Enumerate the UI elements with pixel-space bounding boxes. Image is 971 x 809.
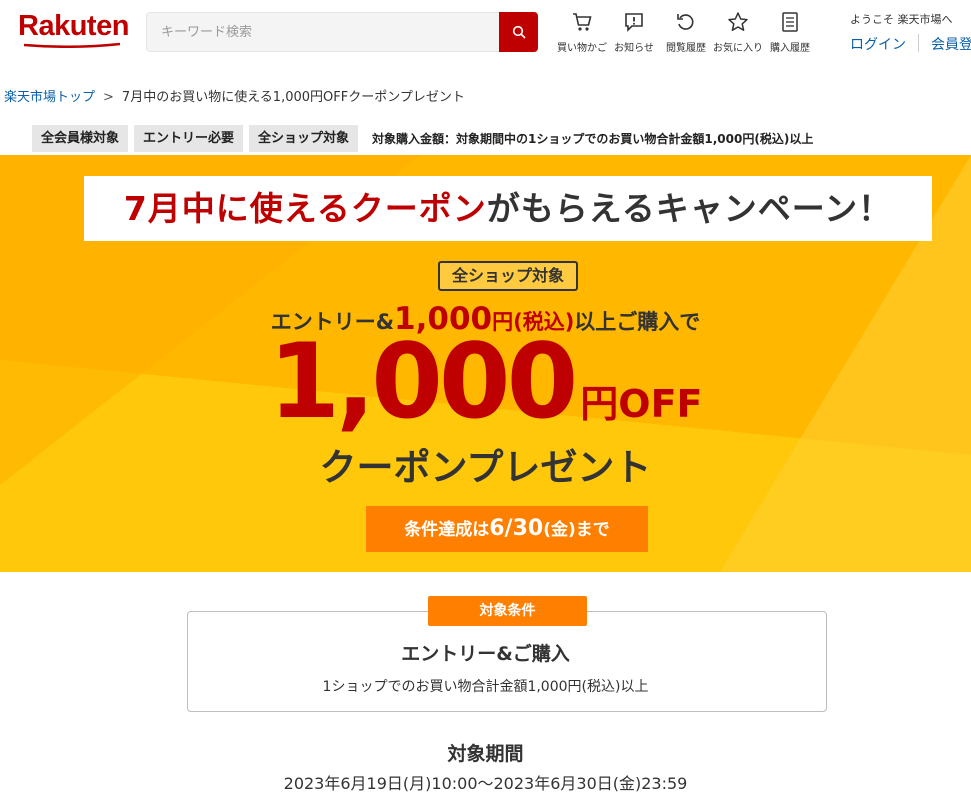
star-icon xyxy=(728,12,748,31)
conditions-title: エントリー&ご購入 xyxy=(401,643,570,665)
breadcrumb: 楽天市場トップ >7月中のお買い物に使える1,000円OFFクーポンプレゼント xyxy=(4,86,465,105)
discount-amount: 1,000 円OFF xyxy=(0,331,971,434)
search-input[interactable] xyxy=(146,12,499,52)
banner-title: 7月中に使えるクーポンがもらえるキャンペーン！ xyxy=(84,176,932,241)
banner-title-rest: がもらえるキャンペーン！ xyxy=(486,189,893,228)
tag-all-shops: 全ショップ対象 xyxy=(249,125,359,152)
nav-notifications-label: お知らせ xyxy=(614,43,654,54)
period-title: 対象期間 xyxy=(447,743,524,765)
nav-cart-label: 買い物かご xyxy=(557,43,607,54)
breadcrumb-current: 7月中のお買い物に使える1,000円OFFクーポンプレゼント xyxy=(121,90,465,105)
deadline-badge: 条件達成は6/30(金)まで xyxy=(366,506,648,552)
discount-unit: 円OFF xyxy=(580,382,703,426)
target-purchase-amount: 対象購入金額：対象期間中の1ショップでのお買い物合計金額1,000円(税込)以上 xyxy=(372,132,814,146)
history-icon xyxy=(677,14,694,30)
header-divider xyxy=(918,34,919,52)
search-button[interactable] xyxy=(499,12,538,52)
conditions-description: 1ショップでのお買い物合計金額1,000円(税込)以上 xyxy=(322,679,649,695)
rakuten-logo[interactable]: Rakuten xyxy=(18,10,129,43)
discount-value: 1,000 xyxy=(268,322,578,442)
cart-icon xyxy=(573,13,592,31)
notification-icon xyxy=(625,13,643,32)
receipt-icon xyxy=(782,12,798,32)
campaign-banner: 7月中に使えるクーポンがもらえるキャンペーン！ 全ショップ対象 エントリー&1,… xyxy=(0,155,971,572)
nav-history[interactable]: 閲覧履歴 xyxy=(660,10,712,54)
breadcrumb-separator: > xyxy=(103,90,114,105)
breadcrumb-home-link[interactable]: 楽天市場トップ xyxy=(4,90,95,105)
login-link[interactable]: ログイン xyxy=(850,34,906,54)
coupon-present-text: クーポンプレゼント xyxy=(319,446,652,489)
nav-cart[interactable]: 買い物かご xyxy=(556,10,608,54)
nav-purchase-history[interactable]: 購入履歴 xyxy=(764,10,816,54)
site-header: Rakuten 買い物かご お知らせ xyxy=(0,0,971,70)
search-icon xyxy=(512,25,526,39)
banner-title-highlight: 7月中に使えるクーポン xyxy=(123,189,487,228)
header-nav: 買い物かご お知らせ 閲覧履歴 お気に入り 購入履歴 xyxy=(556,10,816,54)
deadline-suffix: まで xyxy=(575,520,610,540)
period-range: 2023年6月19日(月)10:00〜2023年6月30日(金)23:59 xyxy=(283,774,688,793)
nav-purchase-history-label: 購入履歴 xyxy=(770,43,810,54)
all-shop-badge: 全ショップ対象 xyxy=(438,261,578,291)
tag-entry-required: エントリー必要 xyxy=(134,125,244,152)
logo-swoosh-icon xyxy=(23,42,121,48)
deadline-date: 6/30 xyxy=(489,516,544,541)
nav-favorites-label: お気に入り xyxy=(713,43,763,54)
tag-all-members: 全会員様対象 xyxy=(32,125,129,152)
nav-favorites[interactable]: お気に入り xyxy=(712,10,764,54)
welcome-text: ようこそ 楽天市場へ xyxy=(850,13,953,26)
register-link[interactable]: 会員登 xyxy=(931,34,971,54)
search-bar xyxy=(146,12,538,52)
deadline-day: (金) xyxy=(543,520,576,540)
conditions-label: 対象条件 xyxy=(428,596,587,626)
nav-history-label: 閲覧履歴 xyxy=(666,43,706,54)
nav-notifications[interactable]: お知らせ xyxy=(608,10,660,54)
campaign-tags: 全会員様対象 エントリー必要 全ショップ対象 対象購入金額：対象期間中の1ショッ… xyxy=(32,125,813,152)
deadline-prefix: 条件達成は xyxy=(404,520,490,540)
